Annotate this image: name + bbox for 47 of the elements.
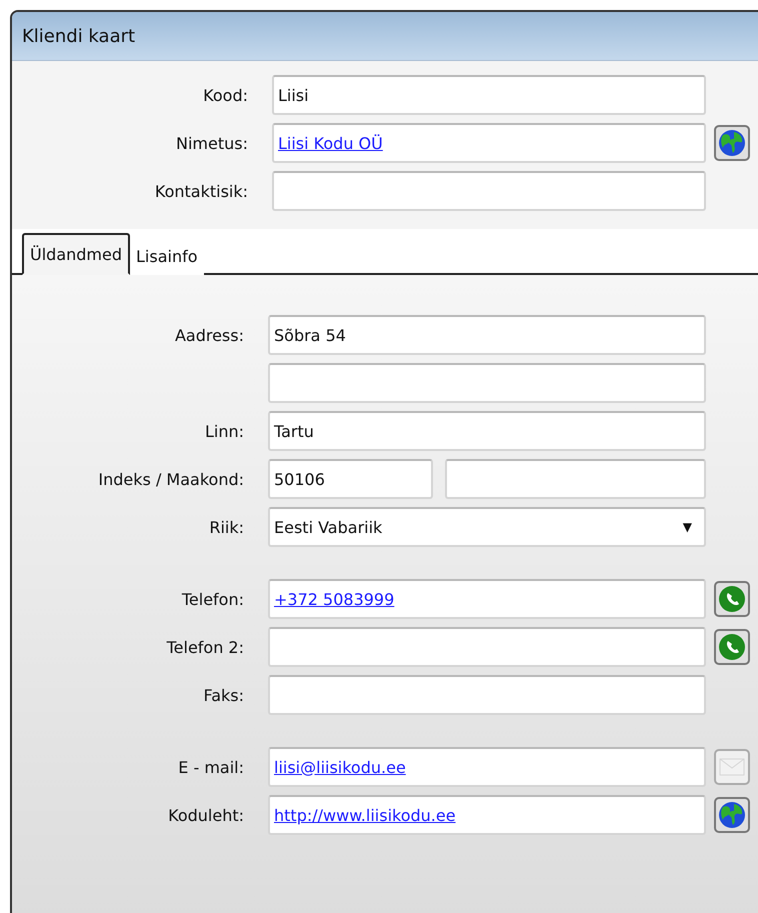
input-field[interactable] xyxy=(272,171,706,211)
input-field[interactable]: Liisi xyxy=(272,75,706,115)
phone-icon xyxy=(718,585,746,613)
field-value: Sõbra 54 xyxy=(274,326,346,344)
field-value: Liisi xyxy=(278,86,309,104)
field-label: E - mail: xyxy=(177,758,244,776)
globe-icon xyxy=(718,129,746,157)
caret-icon: ▼ xyxy=(682,520,692,534)
field-label: Linn: xyxy=(204,422,244,440)
input-field[interactable]: http://www.liisikodu.ee xyxy=(268,795,706,835)
envelope-icon xyxy=(719,757,745,777)
link[interactable]: liisi@liisikodu.ee xyxy=(274,758,406,776)
input-field[interactable]: 50106 xyxy=(268,459,433,499)
input-field[interactable] xyxy=(445,459,706,499)
input-field[interactable] xyxy=(268,627,706,667)
web-button[interactable] xyxy=(714,797,750,833)
field-label: Aadress: xyxy=(174,326,244,344)
input-field[interactable]: Liisi Kodu OÜ xyxy=(272,123,706,163)
field-label: Kontaktisik: xyxy=(154,182,248,200)
window-title: Kliendi kaart xyxy=(22,26,136,46)
field-value: 50106 xyxy=(274,470,325,488)
field-label: Telefon: xyxy=(180,590,244,608)
field-label: Nimetus: xyxy=(175,134,248,152)
call-button[interactable] xyxy=(714,629,750,665)
link[interactable]: http://www.liisikodu.ee xyxy=(274,806,456,824)
field-label: Telefon 2: xyxy=(166,638,244,656)
globe-icon xyxy=(718,801,746,829)
field-label: Kood: xyxy=(202,86,248,104)
input-field[interactable] xyxy=(268,675,706,715)
link[interactable]: +372 5083999 xyxy=(274,590,394,608)
input-field[interactable]: Tartu xyxy=(268,411,706,451)
field-label: Indeks / Maakond: xyxy=(97,470,244,488)
input-field[interactable]: +372 5083999 xyxy=(268,579,706,619)
field-label: Koduleht: xyxy=(167,806,244,824)
call-button[interactable] xyxy=(714,581,750,617)
phone-icon xyxy=(718,633,746,661)
field-label: Faks: xyxy=(202,686,244,704)
tab[interactable]: Üldandmed xyxy=(22,233,130,275)
link[interactable]: Liisi Kodu OÜ xyxy=(278,134,383,152)
field-label: Riik: xyxy=(208,518,244,536)
input-field[interactable] xyxy=(268,363,706,403)
dropdown[interactable]: Eesti Vabariik ▼ xyxy=(268,507,706,547)
web-button[interactable] xyxy=(714,125,750,161)
field-value: Eesti Vabariik xyxy=(274,518,382,536)
field-value: Tartu xyxy=(274,422,314,440)
input-field[interactable]: Sõbra 54 xyxy=(268,315,706,355)
input-field[interactable]: liisi@liisikodu.ee xyxy=(268,747,706,787)
